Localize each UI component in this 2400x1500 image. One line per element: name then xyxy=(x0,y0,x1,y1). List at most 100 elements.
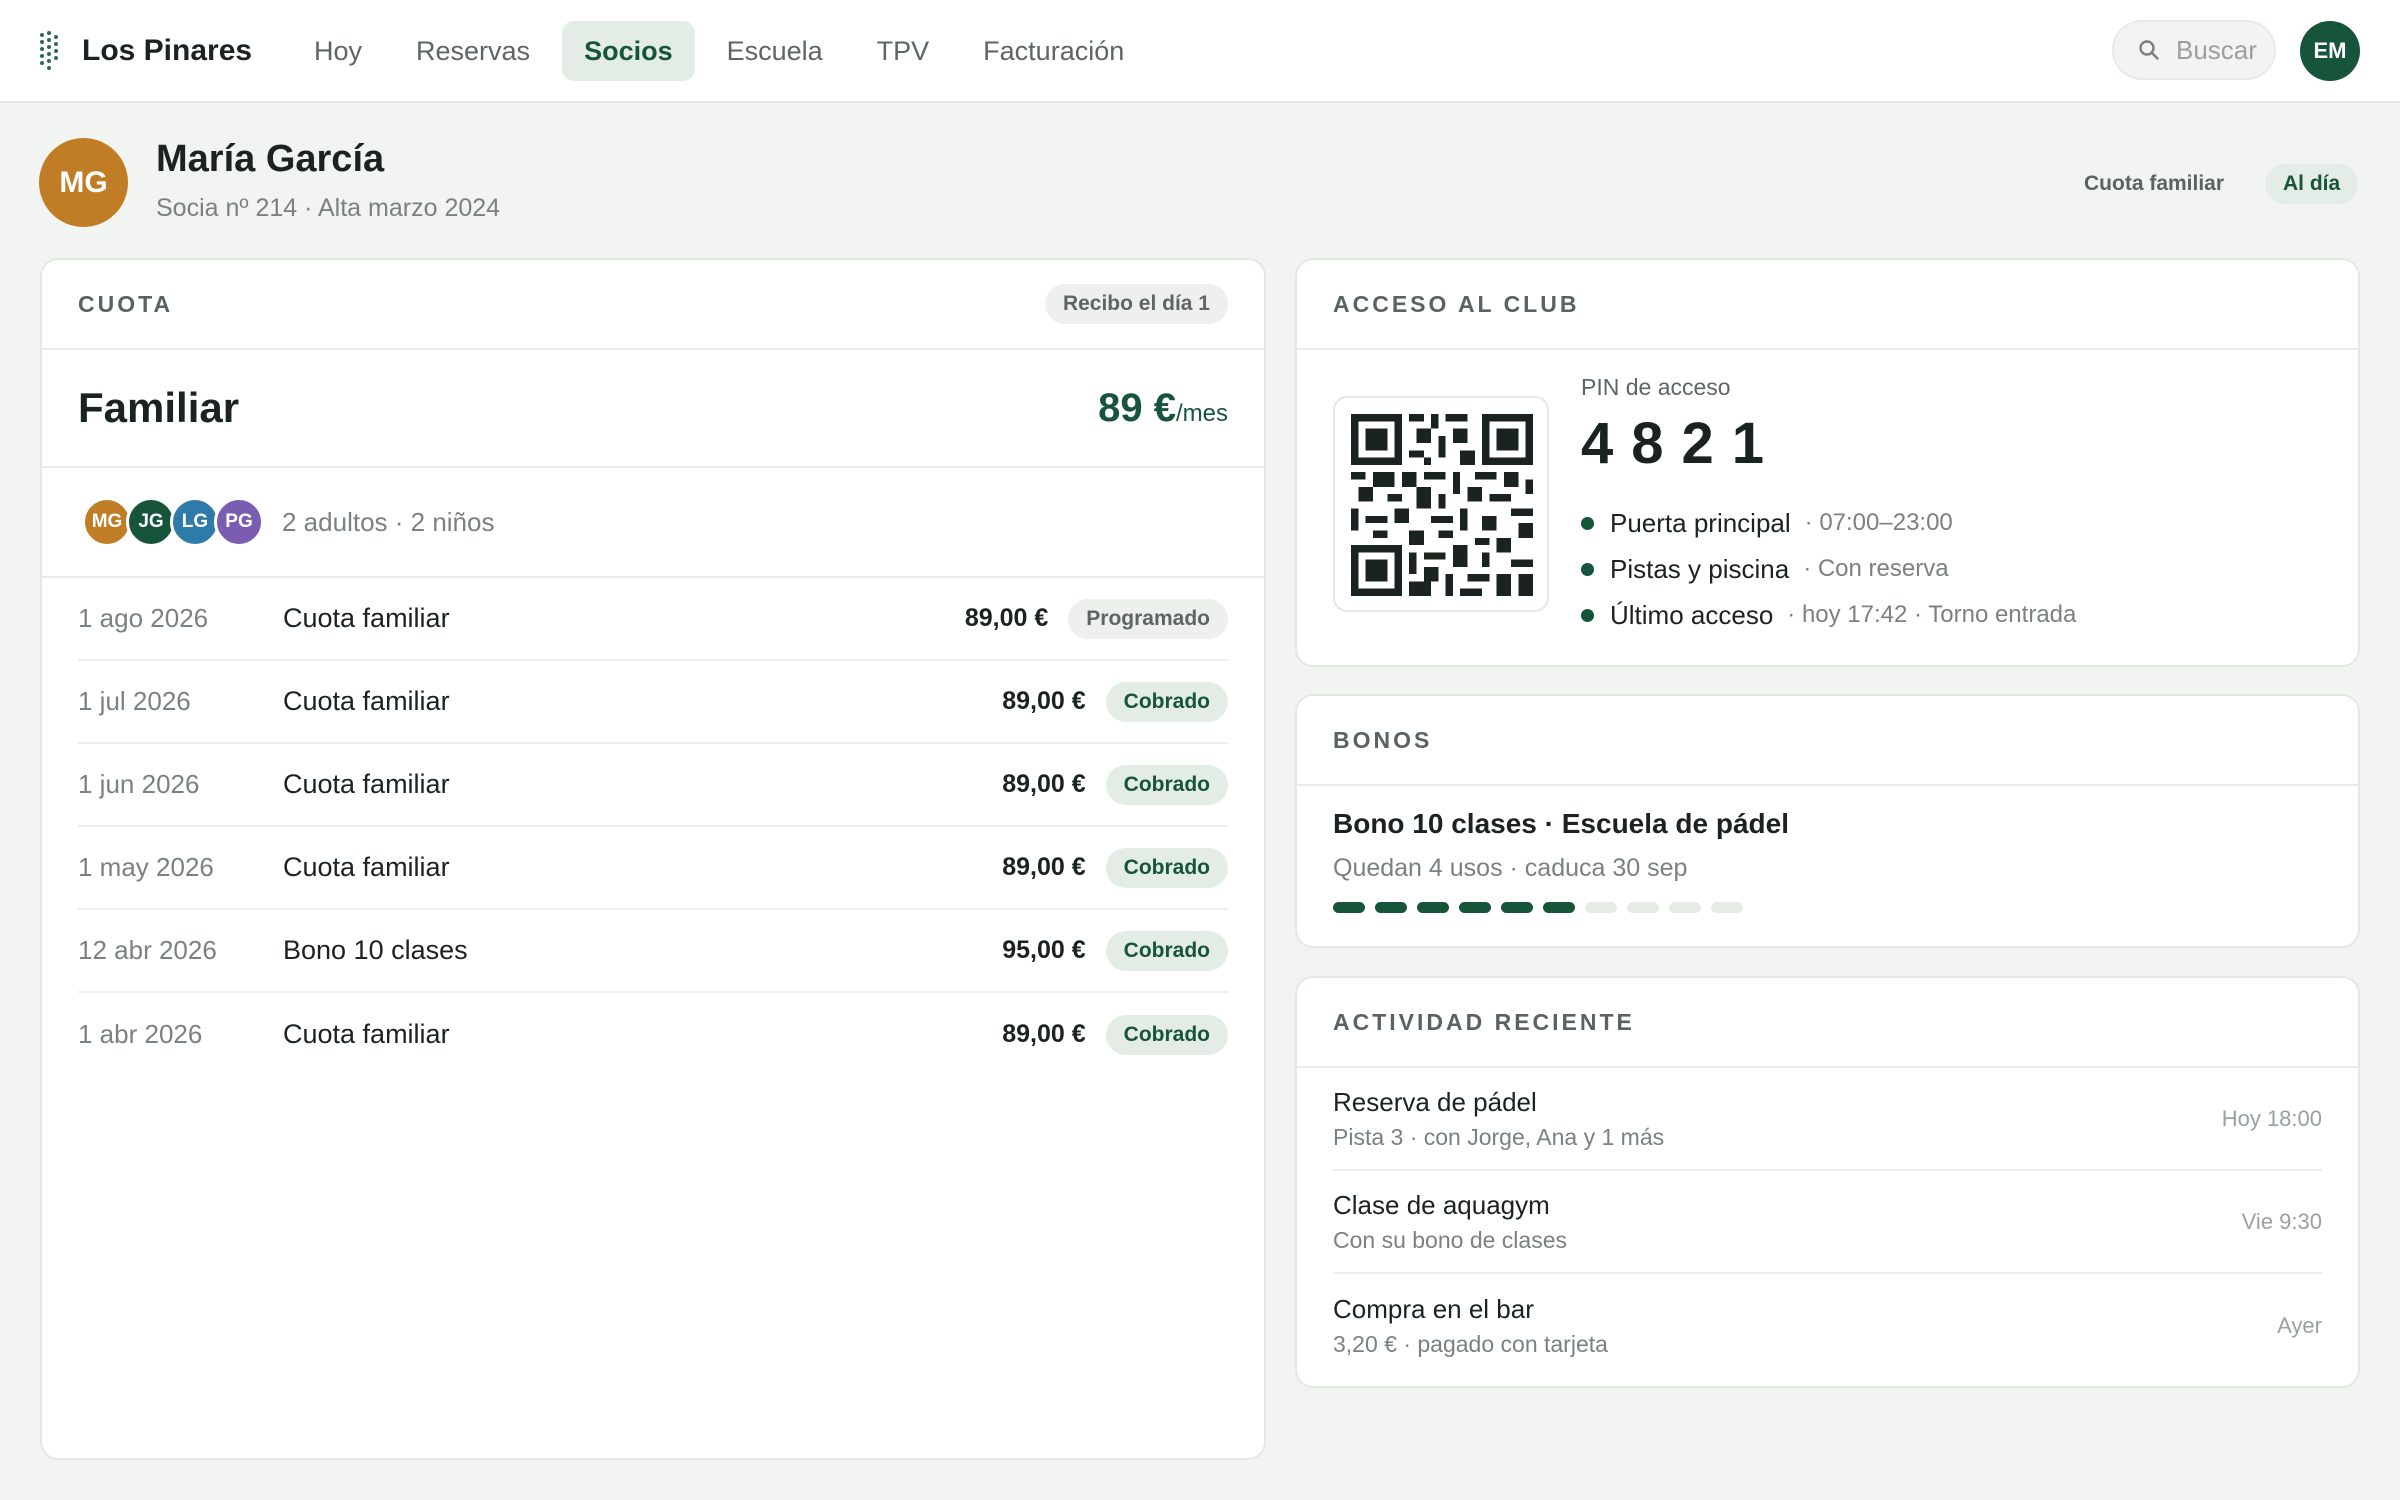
transaction-concept: Cuota familiar xyxy=(283,769,450,799)
access-item-detail: · hoy 17:42 · Torno entrada xyxy=(1787,601,2077,628)
brand[interactable]: Los Pinares xyxy=(38,28,252,74)
search-icon xyxy=(2139,40,2159,60)
nav-item-hoy[interactable]: Hoy xyxy=(292,21,384,81)
activity-item[interactable]: Clase de aquagym Con su bono de clases V… xyxy=(1333,1171,2322,1274)
bono-usage-segment xyxy=(1585,902,1617,913)
access-item-detail: · 07:00–23:00 xyxy=(1804,509,1953,536)
transaction-row[interactable]: 1 ago 2026 Cuota familiar 89,00 € Progra… xyxy=(78,578,1228,661)
transaction-amount: 89,00 € xyxy=(1002,1020,1086,1048)
transaction-row[interactable]: 1 jun 2026 Cuota familiar 89,00 € Cobrad… xyxy=(78,744,1228,827)
transaction-concept: Cuota familiar xyxy=(283,603,450,633)
transaction-amount: 89,00 € xyxy=(1002,770,1086,798)
member-avatar-2[interactable]: JG xyxy=(126,497,176,547)
status-dot-icon xyxy=(1581,562,1594,576)
nav-item-facturacion[interactable]: Facturación xyxy=(961,21,1146,81)
transaction-amount: 89,00 € xyxy=(1002,853,1086,881)
bonos-card: BONOS Bono 10 clases · Escuela de pádel … xyxy=(1295,694,2360,948)
transaction-date: 1 ago 2026 xyxy=(78,603,209,633)
search-input[interactable] xyxy=(2176,34,2266,66)
access-card-title: ACCESO AL CLUB xyxy=(1333,290,1580,317)
transaction-row[interactable]: 12 abr 2026 Bono 10 clases 95,00 € Cobra… xyxy=(78,910,1228,993)
transaction-concept: Cuota familiar xyxy=(283,852,450,882)
member-subtitle: Socia nº 214 · Alta marzo 2024 xyxy=(156,194,501,222)
bono-usage-segment xyxy=(1711,902,1743,913)
transaction-row[interactable]: 1 may 2026 Cuota familiar 89,00 € Cobrad… xyxy=(78,827,1228,910)
transaction-status-badge: Cobrado xyxy=(1105,764,1228,805)
bono-usage-progress xyxy=(1333,902,1743,913)
activity-subtitle: Con su bono de clases xyxy=(1333,1226,1567,1253)
activity-text: Compra en el bar 3,20 € · pagado con tar… xyxy=(1333,1294,1608,1358)
bono-usage-segment xyxy=(1459,902,1491,913)
activity-subtitle: 3,20 € · pagado con tarjeta xyxy=(1333,1330,1608,1357)
transaction-concept: Bono 10 clases xyxy=(283,935,468,965)
bono-name[interactable]: Bono 10 clases · Escuela de pádel xyxy=(1333,808,1789,840)
cuota-card: CUOTA Recibo el día 1 Familiar 89 €/mes … xyxy=(40,258,1266,1460)
transaction-date: 1 jul 2026 xyxy=(78,686,191,716)
bonos-card-header: BONOS xyxy=(1297,696,2358,786)
activity-item[interactable]: Compra en el bar 3,20 € · pagado con tar… xyxy=(1333,1274,2322,1377)
plan-name: Familiar xyxy=(78,384,240,431)
transaction-status-badge: Cobrado xyxy=(1105,847,1228,888)
access-item: Pistas y piscina · Con reserva xyxy=(1581,546,2076,592)
activity-item[interactable]: Reserva de pádel Pista 3 · con Jorge, An… xyxy=(1333,1068,2322,1171)
activity-title: Reserva de pádel xyxy=(1333,1086,1537,1117)
bono-usage-segment xyxy=(1417,902,1449,913)
transaction-amount: 89,00 € xyxy=(1002,687,1086,715)
cuota-card-header: CUOTA Recibo el día 1 xyxy=(42,260,1264,350)
top-bar: Los Pinares Hoy Reservas Socios Escuela … xyxy=(0,0,2400,103)
nav-item-escuela[interactable]: Escuela xyxy=(705,21,845,81)
transaction-row[interactable]: 1 abr 2026 Cuota familiar 89,00 € Cobrad… xyxy=(78,993,1228,1076)
brand-name: Los Pinares xyxy=(82,34,253,67)
cuota-card-title: CUOTA xyxy=(78,290,174,317)
billing-day-chip: Recibo el día 1 xyxy=(1044,284,1228,324)
activity-text: Clase de aquagym Con su bono de clases xyxy=(1333,1190,1567,1254)
nav-item-socios[interactable]: Socios xyxy=(562,21,695,81)
transaction-status-badge: Cobrado xyxy=(1105,681,1228,722)
bonos-card-title: BONOS xyxy=(1333,726,1433,753)
transaction-status-badge: Cobrado xyxy=(1105,930,1228,971)
bono-usage-segment xyxy=(1543,902,1575,913)
transaction-row[interactable]: 1 jul 2026 Cuota familiar 89,00 € Cobrad… xyxy=(78,661,1228,744)
transaction-date: 1 may 2026 xyxy=(78,852,214,882)
status-badge: Al día xyxy=(2265,164,2359,204)
activity-time: Hoy 18:00 xyxy=(2221,1105,2322,1131)
nav-item-reservas[interactable]: Reservas xyxy=(394,21,552,81)
main-nav: Hoy Reservas Socios Escuela TPV Facturac… xyxy=(292,21,1146,81)
transaction-status-badge: Cobrado xyxy=(1105,1014,1228,1055)
activity-time: Ayer xyxy=(2277,1312,2322,1338)
activity-list: Reserva de pádel Pista 3 · con Jorge, An… xyxy=(1297,1068,2358,1377)
activity-title: Clase de aquagym xyxy=(1333,1189,1550,1220)
activity-subtitle: Pista 3 · con Jorge, Ana y 1 más xyxy=(1333,1123,1665,1150)
transaction-concept: Cuota familiar xyxy=(283,686,450,716)
access-list: Puerta principal · 07:00–23:00 Pistas y … xyxy=(1581,500,2076,638)
transaction-status-badge: Programado xyxy=(1068,598,1228,639)
access-item: Puerta principal · 07:00–23:00 xyxy=(1581,500,2076,546)
access-item: Último acceso · hoy 17:42 · Torno entrad… xyxy=(1581,592,2076,638)
status-dot-icon xyxy=(1581,608,1594,622)
activity-text: Reserva de pádel Pista 3 · con Jorge, An… xyxy=(1333,1087,1664,1151)
member-avatar-1[interactable]: MG xyxy=(82,497,132,547)
status-dot-icon xyxy=(1581,516,1594,530)
transaction-date: 1 jun 2026 xyxy=(78,769,200,799)
nav-item-tpv[interactable]: TPV xyxy=(855,21,952,81)
qr-code[interactable] xyxy=(1333,396,1549,612)
transaction-concept: Cuota familiar xyxy=(283,1019,450,1049)
plan-row: Familiar 89 €/mes xyxy=(42,350,1264,468)
access-item-name: Último acceso xyxy=(1610,599,1774,630)
access-item-name: Pistas y piscina xyxy=(1610,553,1790,584)
transaction-date: 1 abr 2026 xyxy=(78,1019,203,1049)
member-avatar-3[interactable]: LG xyxy=(170,497,220,547)
member-avatar-4[interactable]: PG xyxy=(214,497,264,547)
access-item-detail: · Con reserva xyxy=(1803,555,1949,582)
qr-code-icon xyxy=(1351,414,1533,596)
plan-tag: Cuota familiar xyxy=(2084,172,2225,195)
pin-value: 4821 xyxy=(1581,411,1783,476)
plan-price-value: 89 € xyxy=(1098,385,1176,430)
member-name: María García xyxy=(156,138,385,180)
access-item-name: Puerta principal xyxy=(1610,507,1791,538)
transaction-date: 12 abr 2026 xyxy=(78,935,217,965)
activity-title: Compra en el bar xyxy=(1333,1293,1534,1324)
user-avatar[interactable]: EM xyxy=(2300,21,2360,81)
search-box[interactable] xyxy=(2112,20,2276,80)
bono-usage-segment xyxy=(1627,902,1659,913)
